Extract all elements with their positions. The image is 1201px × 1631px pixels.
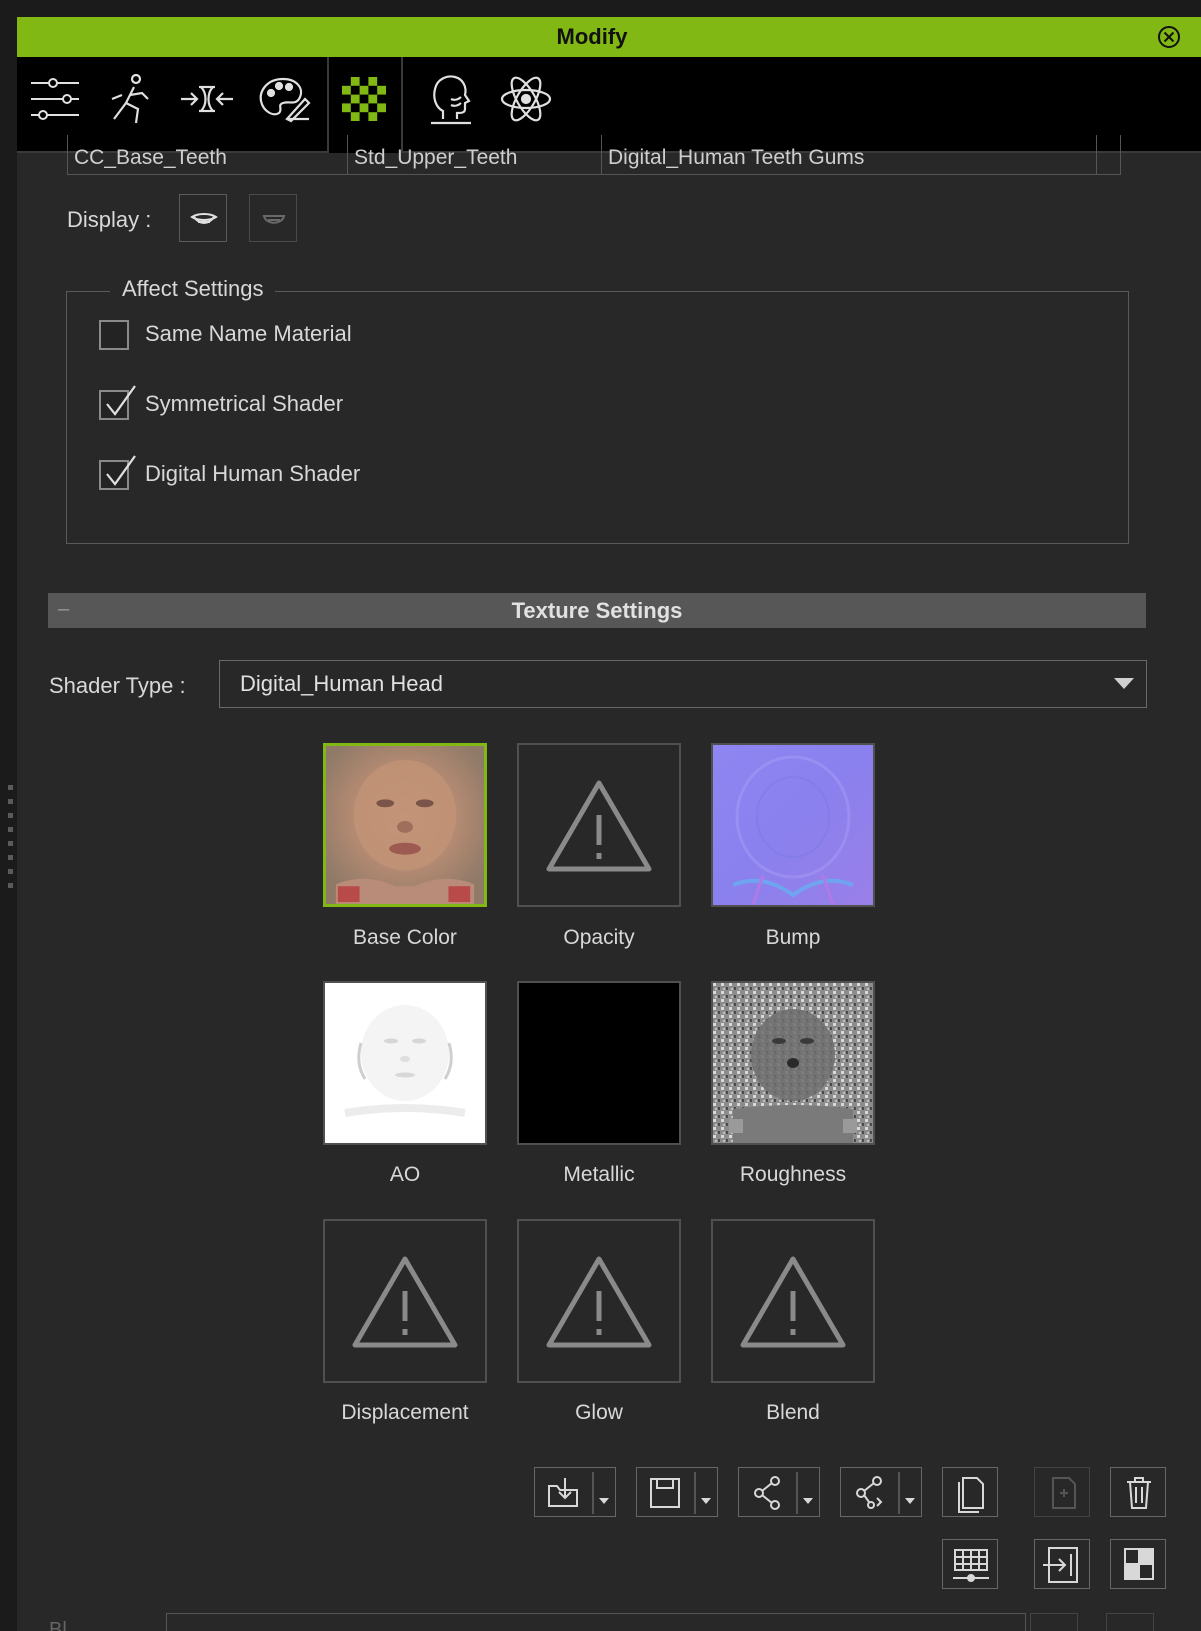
mesh-item[interactable]: CC_Base_Teeth <box>68 135 348 174</box>
atom-icon[interactable] <box>496 69 556 129</box>
same-name-material-checkbox[interactable] <box>99 320 129 350</box>
mesh-list-row: CC_Base_Teeth Std_Upper_Teeth Digital_Hu… <box>67 135 1121 175</box>
display-mouth-button[interactable] <box>249 194 297 242</box>
blend-label: Blend <box>766 1401 820 1424</box>
modify-panel: Modify CC_Base_Teeth Std_Upper_Teeth Dig… <box>17 17 1201 1631</box>
copy-button[interactable] <box>942 1467 998 1517</box>
metallic-label: Metallic <box>563 1163 635 1186</box>
affect-settings-legend: Affect Settings <box>110 276 276 302</box>
opacity-texture[interactable] <box>517 743 681 907</box>
trash-icon <box>1127 1477 1151 1509</box>
ao-texture[interactable] <box>323 981 487 1145</box>
mesh-item[interactable]: Std_Upper_Teeth <box>348 135 602 174</box>
palette-icon[interactable] <box>253 69 313 129</box>
load-texture-button[interactable] <box>534 1467 616 1517</box>
base-color-label: Base Color <box>353 926 457 949</box>
warning-icon <box>546 1256 652 1348</box>
glow-texture[interactable] <box>517 1219 681 1383</box>
warning-icon <box>546 780 652 872</box>
display-label: Display : <box>67 207 152 232</box>
same-name-material-label: Same Name Material <box>145 321 352 346</box>
mesh-item[interactable]: Digital_Human Teeth Gums <box>602 135 1097 174</box>
close-circle-icon[interactable] <box>1157 25 1181 49</box>
symmetrical-shader-checkbox[interactable] <box>99 385 136 420</box>
shader-type-value: Digital_Human Head <box>240 671 443 696</box>
roughness-texture[interactable] <box>711 981 875 1145</box>
chevron-down-icon <box>803 1498 813 1504</box>
glow-label: Glow <box>575 1401 623 1424</box>
motion-icon[interactable] <box>100 69 160 129</box>
ao-label: AO <box>389 1163 421 1186</box>
window-title: Modify <box>556 24 628 49</box>
save-texture-button[interactable] <box>636 1467 718 1517</box>
blend-mode-field[interactable] <box>166 1613 1026 1631</box>
shader-type-dropdown[interactable]: Digital_Human Head <box>219 660 1147 708</box>
bottom-action-button[interactable] <box>1030 1613 1078 1631</box>
bottom-action-button[interactable] <box>1106 1613 1154 1631</box>
head-icon[interactable] <box>421 69 481 129</box>
chevron-down-icon <box>599 1498 609 1504</box>
chevron-down-icon <box>1114 678 1134 689</box>
blend-texture[interactable] <box>711 1219 875 1383</box>
warning-icon <box>740 1256 846 1348</box>
displacement-texture[interactable] <box>323 1219 487 1383</box>
digital-human-shader-label: Digital Human Shader <box>145 461 361 486</box>
digital-human-shader-checkbox[interactable] <box>99 455 136 490</box>
checker-material-icon[interactable] <box>334 69 394 129</box>
paste-button[interactable] <box>1034 1467 1090 1517</box>
displacement-label: Displacement <box>341 1401 469 1424</box>
base-color-texture[interactable] <box>323 743 487 907</box>
shader-type-label: Shader Type : <box>49 673 186 698</box>
share-alt-button[interactable] <box>840 1467 922 1517</box>
warning-icon <box>352 1256 458 1348</box>
display-lips-button[interactable] <box>179 194 227 242</box>
opacity-label: Opacity <box>563 926 635 949</box>
chevron-down-icon <box>905 1498 915 1504</box>
texture-settings-title: Texture Settings <box>511 598 683 623</box>
blend-mode-label: Bl <box>49 1619 67 1631</box>
bump-label: Bump <box>765 926 821 949</box>
bump-texture[interactable] <box>711 743 875 907</box>
title-bar: Modify <box>17 17 1201 57</box>
panel-splitter-grip[interactable] <box>8 785 13 900</box>
roughness-label: Roughness <box>739 1163 847 1186</box>
sliders-icon[interactable] <box>25 69 85 129</box>
symmetrical-shader-label: Symmetrical Shader <box>145 391 344 416</box>
morph-icon[interactable] <box>177 69 237 129</box>
texture-settings-header[interactable]: – Texture Settings <box>48 593 1146 628</box>
delete-button[interactable] <box>1110 1467 1166 1517</box>
chevron-down-icon <box>701 1498 711 1504</box>
checker-button[interactable] <box>1110 1539 1166 1589</box>
import-button[interactable] <box>1034 1539 1090 1589</box>
share-button[interactable] <box>738 1467 820 1517</box>
metallic-texture[interactable] <box>517 981 681 1145</box>
grid-adjust-button[interactable] <box>942 1539 998 1589</box>
